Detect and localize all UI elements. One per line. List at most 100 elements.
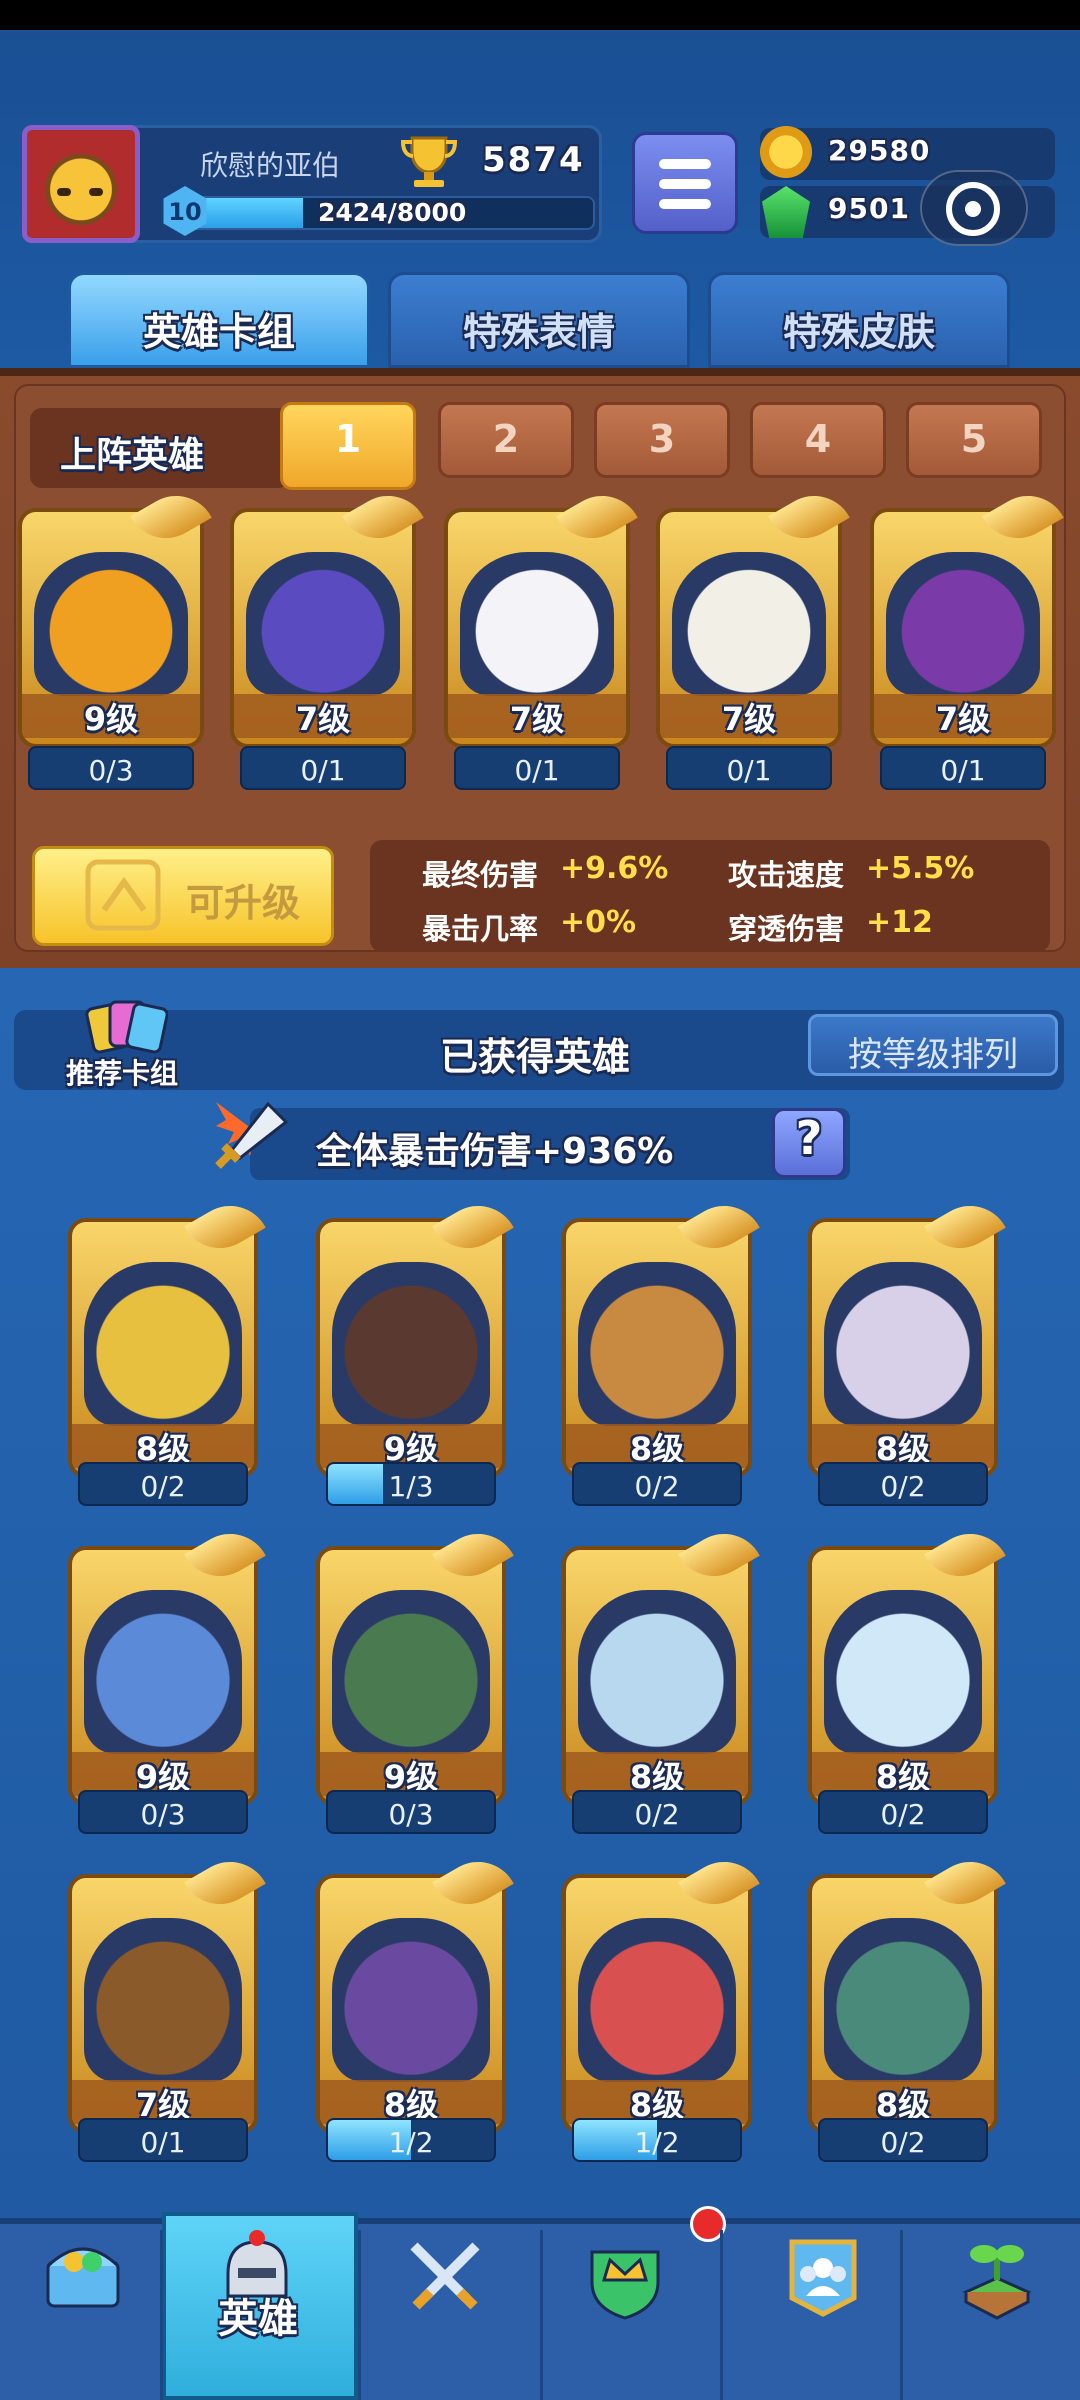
squad-hero-level: 7级 <box>234 694 412 738</box>
tab-special-emotes[interactable]: 特殊表情 <box>388 272 690 368</box>
collection-hero-progress-bar: 0/2 <box>78 1462 248 1506</box>
upgrade-label: 可升级 <box>186 881 301 925</box>
squad-hero-level: 7级 <box>660 694 838 738</box>
collection-hero-progress-bar: 0/2 <box>818 2118 988 2162</box>
help-button[interactable]: ? <box>772 1108 846 1178</box>
collection-hero-card[interactable]: 8级 <box>316 1874 506 2134</box>
collection-hero-progress-text: 1/2 <box>634 2126 680 2159</box>
coin-count: 29580 <box>828 134 931 167</box>
squad-hero-level: 7级 <box>448 694 626 738</box>
collection-hero-portrait <box>578 1590 736 1754</box>
crit-bonus-text: 全体暴击伤害+936% <box>316 1131 674 1172</box>
squad-hero-progress-bar: 0/1 <box>240 746 406 790</box>
tab-hero-deck[interactable]: 英雄卡组 <box>68 272 370 368</box>
collection-hero-card[interactable]: 9级 <box>316 1218 506 1478</box>
squad-hero-card[interactable]: 7级 <box>656 508 842 748</box>
sprout-icon[interactable] <box>952 2232 1042 2322</box>
crossed-swords-icon[interactable] <box>400 2232 490 2322</box>
collection-hero-card[interactable]: 8级 <box>562 1218 752 1478</box>
crown-shield-icon[interactable] <box>580 2232 670 2322</box>
squad-slot-4[interactable]: 4 <box>750 402 886 478</box>
collection-hero-card[interactable]: 8级 <box>562 1546 752 1806</box>
collection-hero-portrait <box>332 1262 490 1426</box>
collection-hero-portrait <box>824 1590 982 1754</box>
squad-hero-card[interactable]: 7级 <box>444 508 630 748</box>
collection-hero-portrait <box>84 1918 242 2082</box>
squad-slot-1[interactable]: 1 <box>280 402 416 490</box>
collection-hero-card[interactable]: 8级 <box>562 1874 752 2134</box>
collection-hero-progress-bar: 0/2 <box>818 1790 988 1834</box>
tab-special-skins[interactable]: 特殊皮肤 <box>708 272 1010 368</box>
collection-title: 已获得英雄 <box>440 1035 631 1079</box>
collection-hero-portrait <box>332 1918 490 2082</box>
squad-hero-progress-bar: 0/1 <box>880 746 1046 790</box>
status-bar <box>0 0 1080 30</box>
squad-label: 上阵英雄 <box>60 435 205 476</box>
collection-hero-progress-text: 0/2 <box>140 1470 186 1503</box>
collection-hero-progress-bar: 1/3 <box>326 1462 496 1506</box>
squad-hero-progress-text: 0/1 <box>726 754 772 787</box>
recommend-deck-label[interactable]: 推荐卡组 <box>66 1052 178 1092</box>
squad-hero-portrait <box>34 552 188 696</box>
gem-count: 9501 <box>828 192 910 225</box>
recommend-deck-icon[interactable] <box>84 996 168 1054</box>
trophy-icon <box>400 136 458 187</box>
collection-hero-progress-bar: 0/2 <box>572 1790 742 1834</box>
collection-hero-card[interactable]: 8级 <box>808 1218 998 1478</box>
collection-hero-progress-bar: 0/2 <box>572 1462 742 1506</box>
stat-label-crit-rate: 暴击几率 <box>422 912 539 946</box>
squad-hero-progress-bar: 0/1 <box>666 746 832 790</box>
squad-hero-progress-text: 0/1 <box>940 754 986 787</box>
squad-hero-card[interactable]: 7级 <box>230 508 416 748</box>
collection-hero-card[interactable]: 9级 <box>316 1546 506 1806</box>
collection-hero-portrait <box>824 1262 982 1426</box>
squad-hero-progress-text: 0/1 <box>300 754 346 787</box>
collection-hero-progress-bar: 1/2 <box>326 2118 496 2162</box>
squad-slot-3[interactable]: 3 <box>594 402 730 478</box>
squad-hero-portrait <box>246 552 400 696</box>
collection-hero-portrait <box>578 1918 736 2082</box>
collection-hero-card[interactable]: 8级 <box>68 1218 258 1478</box>
squad-hero-card[interactable]: 7级 <box>870 508 1056 748</box>
collection-hero-progress-bar: 1/2 <box>572 2118 742 2162</box>
stat-value-pierce-damage: +12 <box>866 905 933 940</box>
collection-hero-progress-bar: 0/3 <box>326 1790 496 1834</box>
screen-record-button[interactable] <box>920 170 1028 246</box>
collection-hero-progress-text: 0/2 <box>880 2126 926 2159</box>
collection-hero-portrait <box>84 1590 242 1754</box>
collection-hero-progress-text: 0/2 <box>634 1798 680 1831</box>
squad-hero-progress-text: 0/3 <box>88 754 134 787</box>
squad-hero-portrait <box>672 552 826 696</box>
collection-hero-progress-text: 1/2 <box>388 2126 434 2159</box>
collection-hero-card[interactable]: 7级 <box>68 1874 258 2134</box>
nav-divider <box>900 2230 903 2400</box>
stat-value-final-damage: +9.6% <box>560 851 669 886</box>
collection-hero-progress-bar: 0/1 <box>78 2118 248 2162</box>
collection-hero-card[interactable]: 8级 <box>808 1874 998 2134</box>
level-number: 10 <box>168 198 202 226</box>
sort-by-level-button[interactable]: 按等级排列 <box>808 1014 1058 1076</box>
nav-divider <box>720 2230 723 2400</box>
collection-hero-progress-text: 0/3 <box>388 1798 434 1831</box>
squad-hero-progress-bar: 0/1 <box>454 746 620 790</box>
collection-hero-progress-text: 0/3 <box>140 1798 186 1831</box>
collection-hero-card[interactable]: 9级 <box>68 1546 258 1806</box>
sword-icon <box>215 1101 288 1169</box>
squad-hero-level: 7级 <box>874 694 1052 738</box>
stat-label-final-damage: 最终伤害 <box>422 858 539 892</box>
collection-hero-progress-text: 0/1 <box>140 2126 186 2159</box>
upgrade-card-icon <box>85 859 161 931</box>
menu-button[interactable] <box>632 132 738 234</box>
squad-slot-2[interactable]: 2 <box>438 402 574 478</box>
group-icon[interactable] <box>778 2232 868 2322</box>
collection-hero-progress-text: 1/3 <box>388 1470 434 1503</box>
avatar[interactable] <box>22 125 140 243</box>
nav-divider <box>540 2230 543 2400</box>
squad-slot-5[interactable]: 5 <box>906 402 1042 478</box>
collection-hero-card[interactable]: 8级 <box>808 1546 998 1806</box>
collection-hero-portrait <box>332 1590 490 1754</box>
collection-hero-progress-text: 0/2 <box>880 1798 926 1831</box>
squad-hero-card[interactable]: 9级 <box>18 508 204 748</box>
nav-divider <box>160 2230 163 2400</box>
treasure-chest-icon[interactable] <box>38 2232 128 2322</box>
